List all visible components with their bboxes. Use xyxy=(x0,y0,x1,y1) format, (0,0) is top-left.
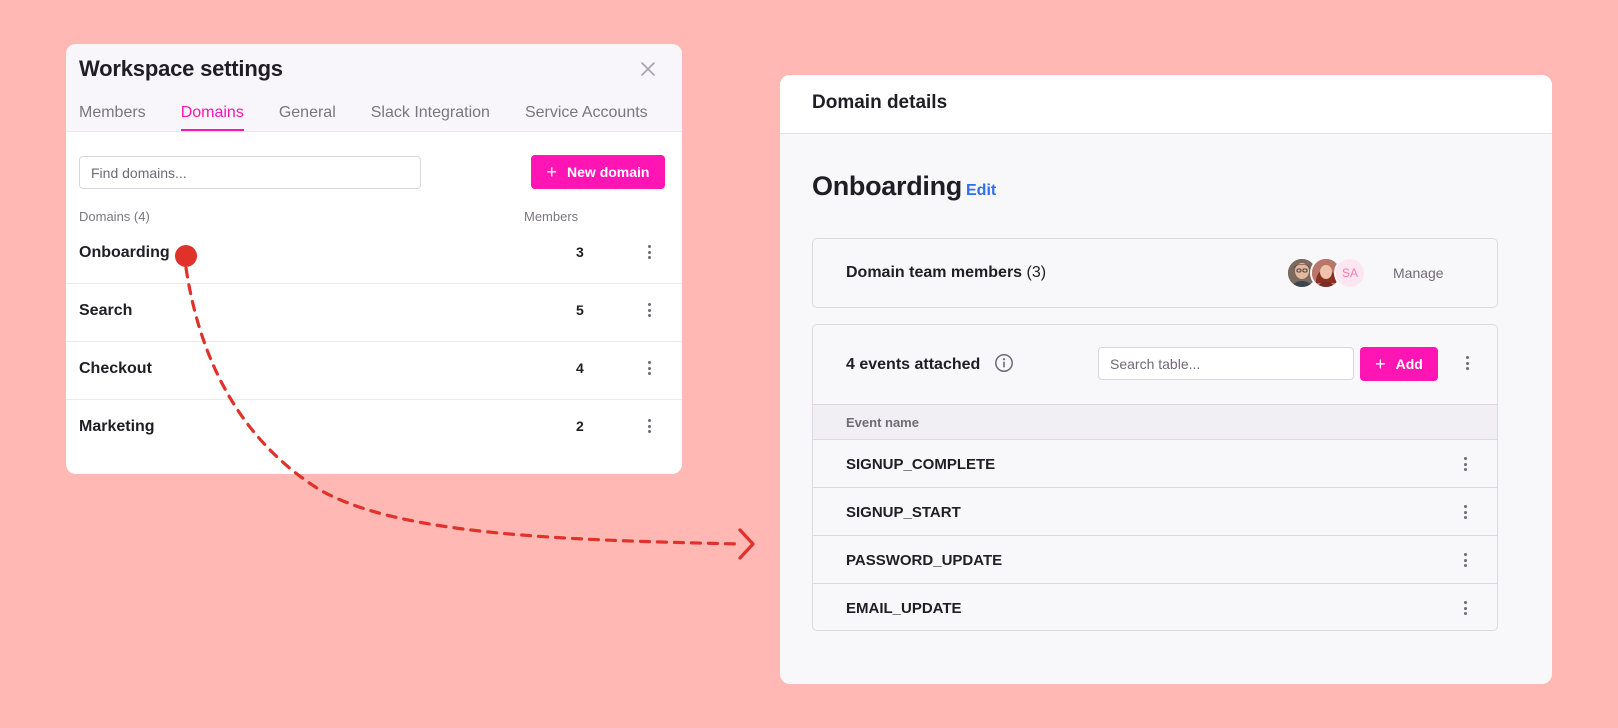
more-vertical-icon[interactable] xyxy=(1464,505,1468,519)
manage-members-button[interactable]: Manage xyxy=(1393,265,1444,281)
domain-name: Search xyxy=(79,302,133,319)
avatar-group[interactable]: SA xyxy=(1286,257,1386,289)
domain-row-search[interactable]: Search 5 xyxy=(66,284,682,342)
more-vertical-icon[interactable] xyxy=(1464,553,1468,567)
tab-general[interactable]: General xyxy=(279,104,336,131)
domain-name: Checkout xyxy=(79,360,152,377)
plus-icon: + xyxy=(1375,354,1386,374)
domain-member-count: 5 xyxy=(576,302,584,318)
avatar-initials: SA xyxy=(1334,257,1366,289)
table-row[interactable]: EMAIL_UPDATE xyxy=(813,584,1497,630)
chevron-right-arrow-icon xyxy=(738,528,755,560)
info-icon[interactable] xyxy=(994,353,1014,373)
event-name: SIGNUP_START xyxy=(846,504,961,521)
events-attached-title: 4 events attached xyxy=(846,356,981,373)
add-event-button[interactable]: + Add xyxy=(1360,347,1438,381)
domain-details-title: Domain details xyxy=(812,92,948,113)
workspace-settings-header: Workspace settings Members Domains Gener… xyxy=(66,44,682,132)
tab-service-accounts[interactable]: Service Accounts xyxy=(525,104,648,131)
new-domain-button-label: New domain xyxy=(567,164,650,180)
event-name: EMAIL_UPDATE xyxy=(846,600,962,617)
team-members-count: (3) xyxy=(1026,264,1047,281)
domain-details-panel: Domain details Onboarding Edit Domain te… xyxy=(780,75,1552,684)
events-card: 4 events attached + Add Event name SIGNU… xyxy=(812,324,1498,631)
team-members-label: Domain team members (3) xyxy=(846,264,1046,282)
more-vertical-icon[interactable] xyxy=(648,245,652,259)
domain-search-input[interactable] xyxy=(79,156,421,189)
plus-icon: + xyxy=(546,162,558,182)
close-icon[interactable] xyxy=(638,59,658,79)
tab-slack-integration[interactable]: Slack Integration xyxy=(371,104,490,131)
table-row[interactable]: PASSWORD_UPDATE xyxy=(813,536,1497,584)
event-name: PASSWORD_UPDATE xyxy=(846,552,1003,569)
team-members-title: Domain team members xyxy=(846,264,1023,281)
table-row[interactable]: SIGNUP_START xyxy=(813,488,1497,536)
more-vertical-icon[interactable] xyxy=(1466,356,1470,370)
more-vertical-icon[interactable] xyxy=(1464,457,1468,471)
more-vertical-icon[interactable] xyxy=(648,303,652,317)
domain-member-count: 4 xyxy=(576,360,584,376)
more-vertical-icon[interactable] xyxy=(648,419,652,433)
domain-row-marketing[interactable]: Marketing 2 xyxy=(66,400,682,458)
workspace-settings-title: Workspace settings xyxy=(79,56,283,81)
more-vertical-icon[interactable] xyxy=(1464,601,1468,615)
event-name-column-header: Event name xyxy=(846,415,919,430)
domains-column-header: Domains (4) xyxy=(79,209,150,224)
domain-member-count: 3 xyxy=(576,244,584,260)
add-button-label: Add xyxy=(1395,356,1423,372)
domain-name: Onboarding xyxy=(79,244,170,261)
search-table-input[interactable] xyxy=(1098,347,1354,380)
workspace-settings-panel: Workspace settings Members Domains Gener… xyxy=(66,44,682,474)
edit-domain-link[interactable]: Edit xyxy=(966,182,996,200)
event-name: SIGNUP_COMPLETE xyxy=(846,456,996,473)
domain-member-count: 2 xyxy=(576,418,584,434)
tab-members[interactable]: Members xyxy=(79,104,146,131)
domain-details-header: Domain details xyxy=(780,75,1552,134)
table-row[interactable]: SIGNUP_COMPLETE xyxy=(813,440,1497,488)
events-table-header: Event name xyxy=(813,404,1497,440)
domain-name-heading: Onboarding xyxy=(812,171,962,201)
domain-list: Onboarding 3 Search 5 Checkout 4 Marketi… xyxy=(66,226,682,458)
members-column-header: Members xyxy=(524,209,579,224)
tab-domains[interactable]: Domains xyxy=(180,104,244,131)
domain-row-checkout[interactable]: Checkout 4 xyxy=(66,342,682,400)
settings-tabs: Members Domains General Slack Integratio… xyxy=(79,104,682,131)
domain-team-members-card: Domain team members (3) SA Manage xyxy=(812,238,1498,308)
new-domain-button[interactable]: + New domain xyxy=(531,155,665,189)
domain-row-onboarding[interactable]: Onboarding 3 xyxy=(66,226,682,284)
domain-name: Marketing xyxy=(79,418,155,435)
events-table-body: SIGNUP_COMPLETE SIGNUP_START PASSWORD_UP… xyxy=(813,440,1497,630)
more-vertical-icon[interactable] xyxy=(648,361,652,375)
